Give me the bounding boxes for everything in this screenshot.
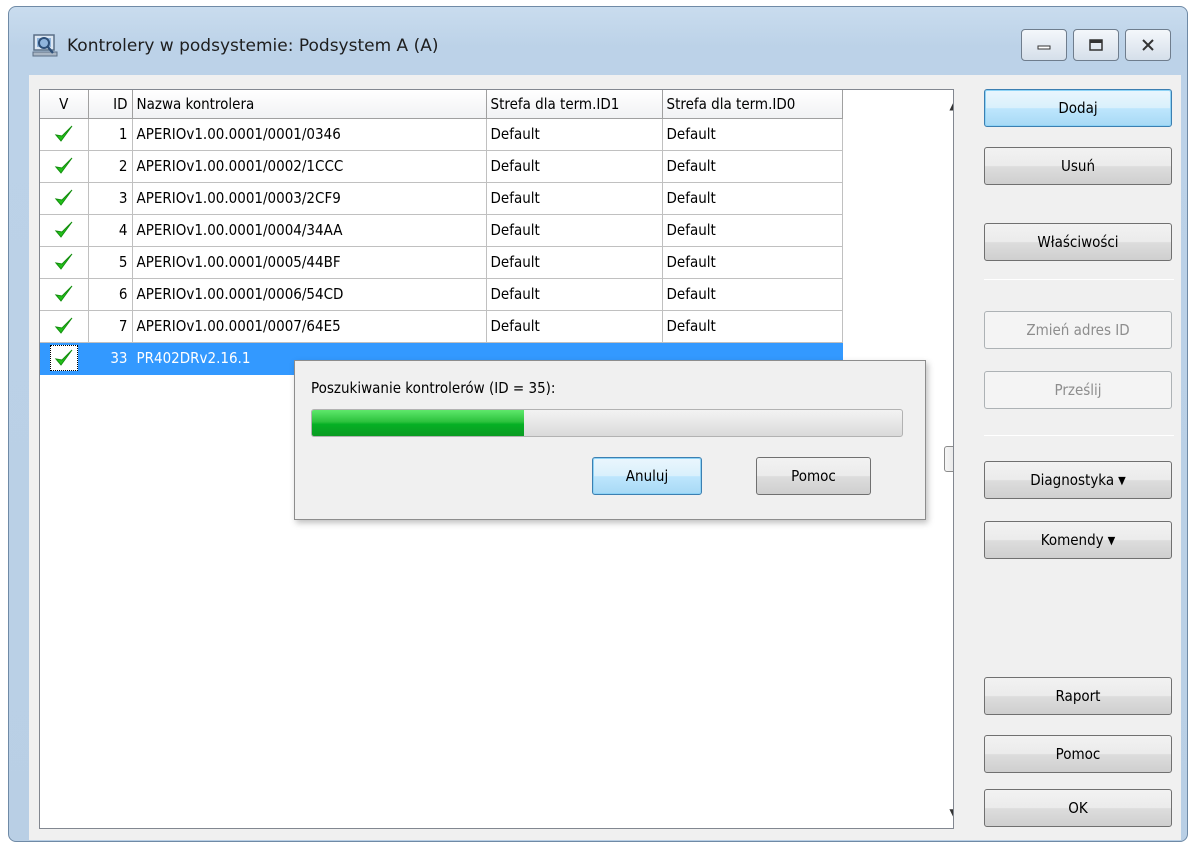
- minimize-icon: [1037, 45, 1051, 50]
- dialog-window: Kontrolery w podsystemie: Podsystem A (A…: [8, 6, 1188, 842]
- row-zone-id1: Default: [486, 310, 663, 343]
- row-name: APERIOv1.00.0001/0002/1CCC: [132, 150, 487, 183]
- close-button[interactable]: [1125, 29, 1171, 61]
- row-check-cell: [40, 278, 89, 311]
- row-name: APERIOv1.00.0001/0007/64E5: [132, 310, 487, 343]
- window-title: Kontrolery w podsystemie: Podsystem A (A…: [67, 36, 439, 56]
- row-name: APERIOv1.00.0001/0004/34AA: [132, 214, 487, 247]
- row-name: APERIOv1.00.0001/0006/54CD: [132, 278, 487, 311]
- help-button[interactable]: Pomoc: [984, 735, 1172, 773]
- controller-table: V ID Nazwa kontrolera Strefa dla term.ID…: [40, 90, 843, 375]
- row-name: APERIOv1.00.0001/0005/44BF: [132, 246, 487, 279]
- title-bar[interactable]: Kontrolery w podsystemie: Podsystem A (A…: [9, 7, 1187, 77]
- search-computer-icon: [32, 34, 58, 57]
- separator: [984, 279, 1174, 280]
- row-zone-id1: Default: [486, 246, 663, 279]
- column-header-v[interactable]: V: [40, 90, 89, 119]
- properties-button[interactable]: Właściwości: [984, 223, 1172, 261]
- row-zone-id0: Default: [662, 182, 843, 215]
- row-check-cell: [40, 118, 89, 151]
- column-header-id[interactable]: ID: [88, 90, 133, 119]
- row-name: APERIOv1.00.0001/0003/2CF9: [132, 182, 487, 215]
- change-id-button[interactable]: Zmień adres ID: [984, 311, 1172, 349]
- row-id: 4: [88, 214, 133, 247]
- diagnostics-button[interactable]: Diagnostyka ▼: [984, 461, 1172, 499]
- row-zone-id1: Default: [486, 150, 663, 183]
- row-name: APERIOv1.00.0001/0001/0346: [132, 118, 487, 151]
- table-row[interactable]: 3 APERIOv1.00.0001/0003/2CF9 Default Defaul…: [40, 182, 843, 215]
- client-area: V ID Nazwa kontrolera Strefa dla term.ID…: [29, 75, 1181, 840]
- scroll-down-icon[interactable]: ▼: [940, 800, 953, 826]
- dropdown-arrow-icon: ▼: [1107, 533, 1116, 547]
- report-button[interactable]: Raport: [984, 677, 1172, 715]
- row-zone-id1: Default: [486, 214, 663, 247]
- separator: [984, 435, 1174, 436]
- table-row[interactable]: 5 APERIOv1.00.0001/0005/44BF Default Defaul…: [40, 246, 843, 279]
- row-check-cell: [40, 150, 89, 183]
- row-id: 1: [88, 118, 133, 151]
- column-header-zone-id0[interactable]: Strefa dla term.ID0: [662, 90, 843, 119]
- row-id: 33: [88, 342, 133, 375]
- maximize-icon: [1089, 39, 1103, 51]
- row-zone-id0: Default: [662, 214, 843, 247]
- row-zone-id0: Default: [662, 278, 843, 311]
- table-row[interactable]: 4 APERIOv1.00.0001/0004/34AA Default Defaul…: [40, 214, 843, 247]
- diagnostics-label: Diagnostyka: [1030, 471, 1115, 489]
- scroll-thumb[interactable]: [944, 446, 953, 472]
- table-row[interactable]: 2 APERIOv1.00.0001/0002/1CCC Default Defaul…: [40, 150, 843, 183]
- search-progress-dialog: Poszukiwanie kontrolerów (ID = 35): Anul…: [294, 360, 926, 520]
- progress-help-button[interactable]: Pomoc: [756, 457, 871, 495]
- row-zone-id1: Default: [486, 278, 663, 311]
- send-button[interactable]: Prześlij: [984, 371, 1172, 409]
- row-check-cell: [40, 214, 89, 247]
- check-icon: [54, 349, 73, 366]
- remove-button[interactable]: Usuń: [984, 147, 1172, 185]
- ok-button[interactable]: OK: [984, 789, 1172, 827]
- row-zone-id0: Default: [662, 118, 843, 151]
- table-row[interactable]: 7 APERIOv1.00.0001/0007/64E5 Default Defaul…: [40, 310, 843, 343]
- row-zone-id0: Default: [662, 310, 843, 343]
- column-header-zone-id1[interactable]: Strefa dla term.ID1: [486, 90, 663, 119]
- cancel-button[interactable]: Anuluj: [592, 457, 702, 495]
- row-check-cell: [40, 310, 89, 343]
- row-check-cell: [40, 246, 89, 279]
- commands-label: Komendy: [1040, 531, 1104, 549]
- row-id: 7: [88, 310, 133, 343]
- row-check-cell: [40, 182, 89, 215]
- column-header-name[interactable]: Nazwa kontrolera: [132, 90, 487, 119]
- table-header: V ID Nazwa kontrolera Strefa dla term.ID…: [40, 90, 843, 119]
- check-icon: [54, 125, 73, 142]
- row-id: 5: [88, 246, 133, 279]
- row-id: 2: [88, 150, 133, 183]
- check-icon: [54, 221, 73, 238]
- dropdown-arrow-icon: ▼: [1118, 473, 1126, 487]
- row-id: 3: [88, 182, 133, 215]
- minimize-button[interactable]: [1021, 29, 1067, 61]
- table-row[interactable]: 6 APERIOv1.00.0001/0006/54CD Default Defaul…: [40, 278, 843, 311]
- check-icon: [54, 253, 73, 270]
- commands-button[interactable]: Komendy ▼: [984, 521, 1172, 559]
- check-icon: [54, 157, 73, 174]
- scroll-up-icon[interactable]: ▲: [940, 92, 953, 118]
- check-icon: [54, 317, 73, 334]
- close-icon: [1142, 39, 1154, 51]
- check-icon: [54, 189, 73, 206]
- row-check-cell: [40, 342, 89, 375]
- table-row[interactable]: 1 APERIOv1.00.0001/0001/0346 Default Defaul…: [40, 118, 843, 151]
- vertical-scrollbar[interactable]: ▲ ▼: [940, 90, 953, 828]
- add-button[interactable]: Dodaj: [984, 89, 1172, 127]
- progress-label: Poszukiwanie kontrolerów (ID = 35):: [311, 379, 556, 397]
- row-zone-id1: Default: [486, 118, 663, 151]
- row-zone-id0: Default: [662, 150, 843, 183]
- check-icon: [54, 285, 73, 302]
- maximize-button[interactable]: [1073, 29, 1119, 61]
- row-zone-id0: Default: [662, 246, 843, 279]
- row-zone-id1: Default: [486, 182, 663, 215]
- progress-bar: [311, 409, 903, 437]
- row-id: 6: [88, 278, 133, 311]
- progress-fill: [312, 410, 525, 436]
